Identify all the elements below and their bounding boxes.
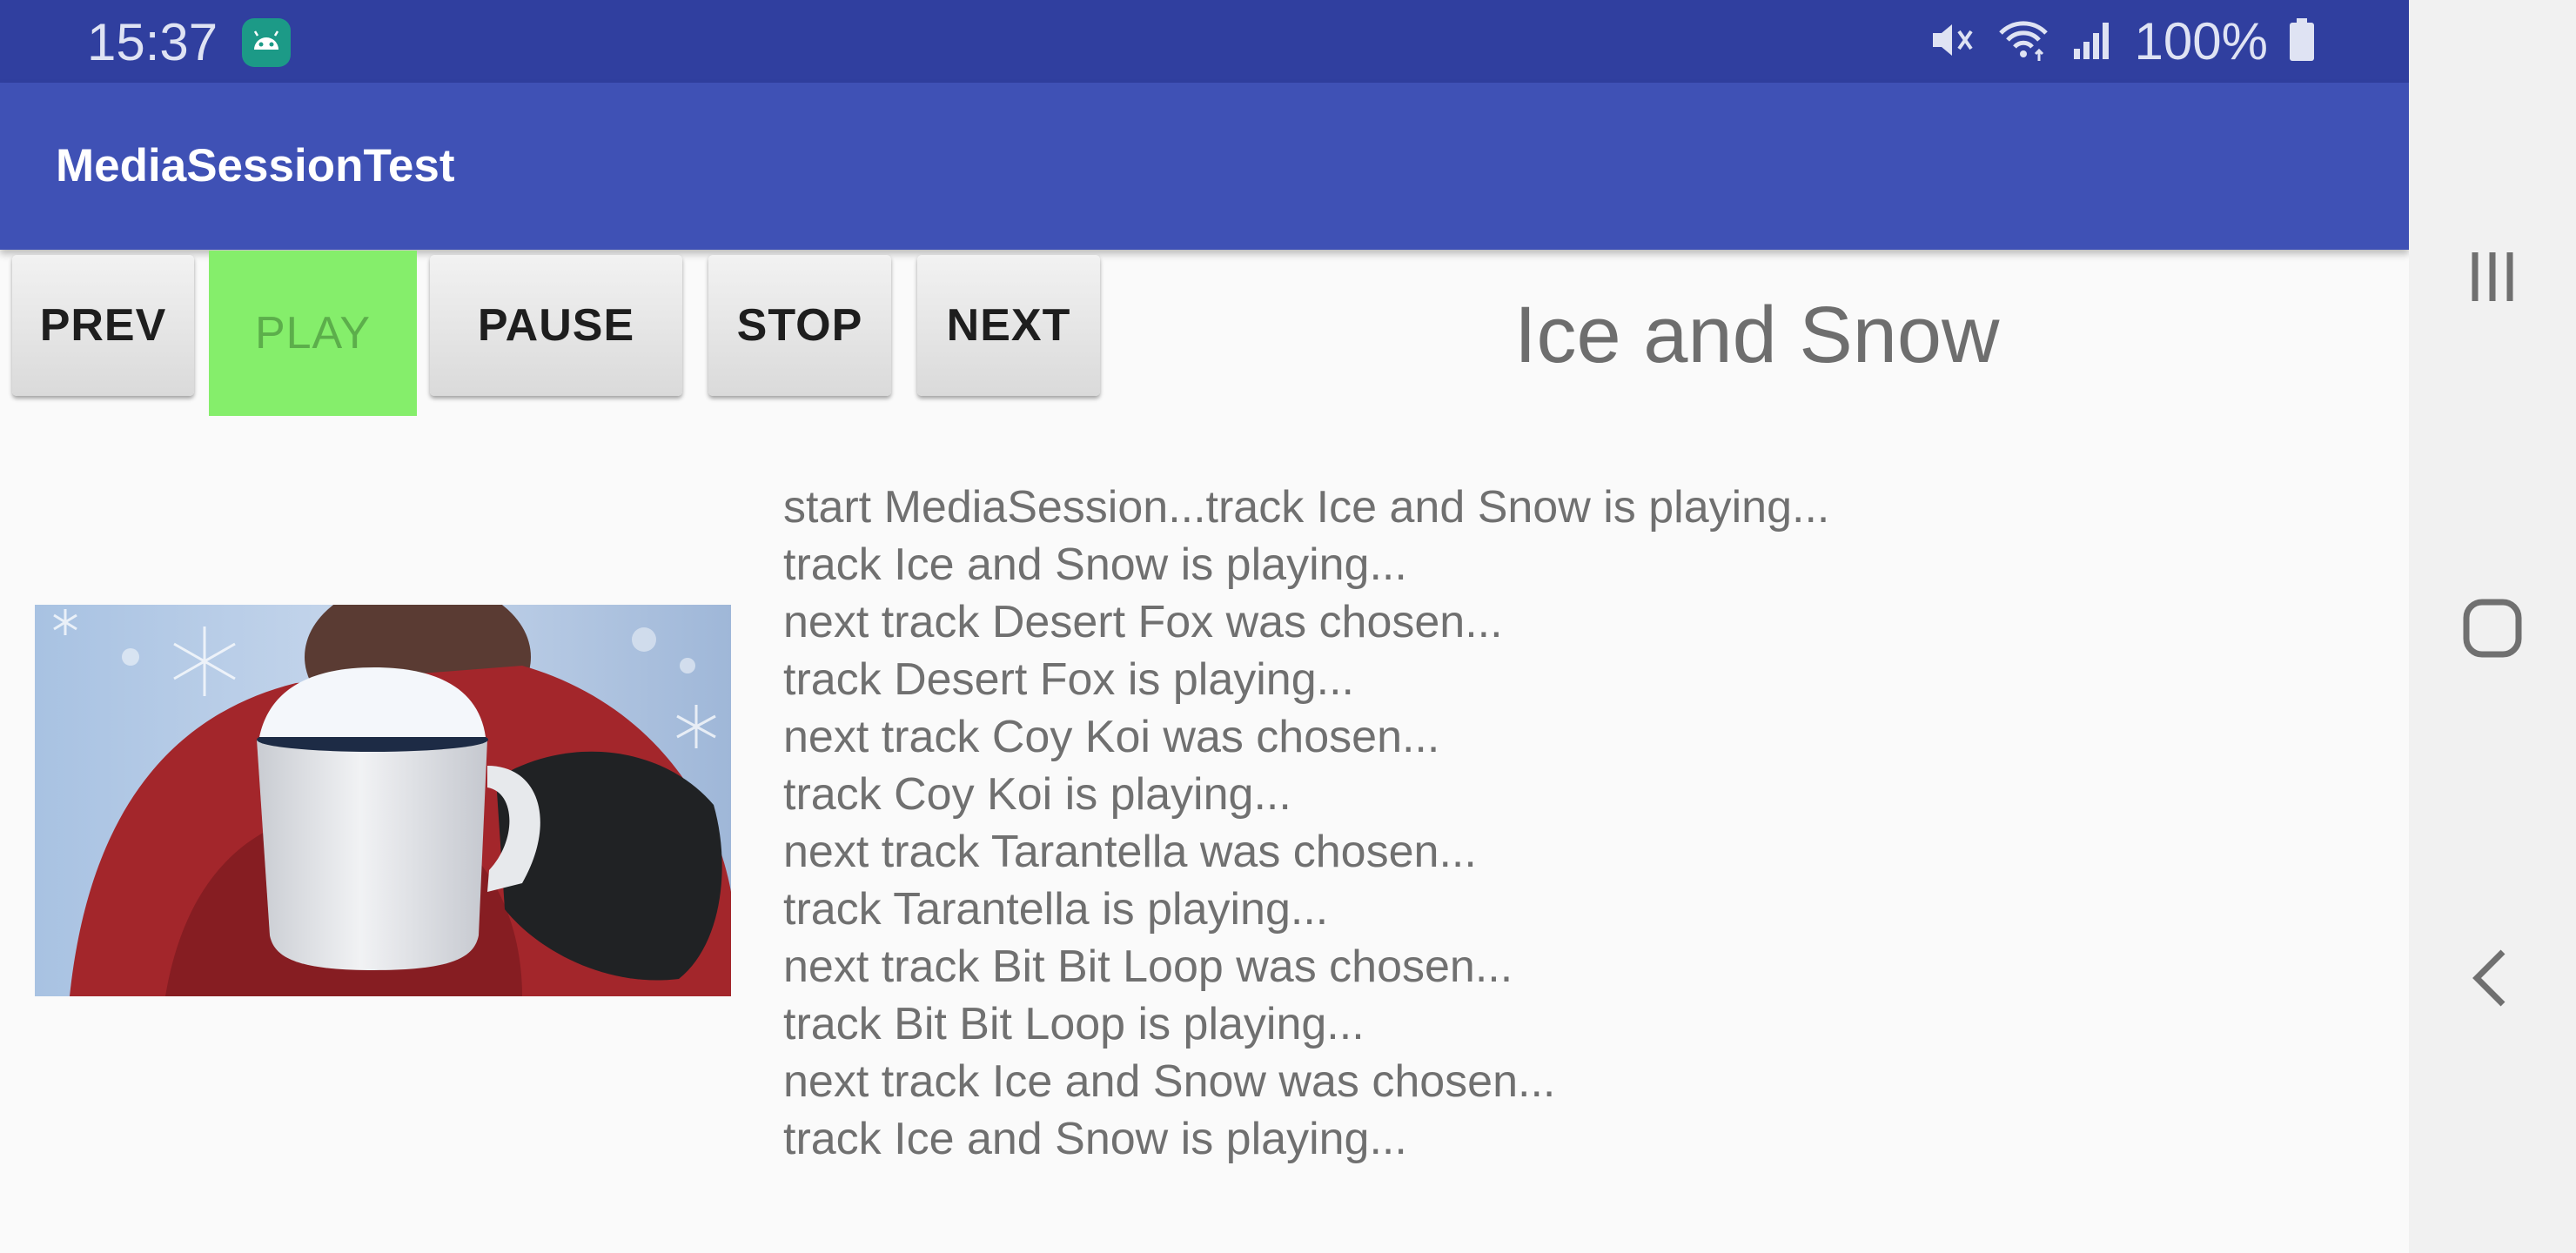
log-line: track Ice and Snow is playing... xyxy=(783,539,1407,590)
log-line: track Desert Fox is playing... xyxy=(783,654,1354,705)
log-line: next track Bit Bit Loop was chosen... xyxy=(783,941,1513,992)
battery-level: 100% xyxy=(2134,12,2268,70)
status-time: 15:37 xyxy=(87,13,218,71)
back-icon[interactable] xyxy=(2458,943,2527,1013)
log-line: track Ice and Snow is playing... xyxy=(783,1114,1407,1164)
navigation-bar xyxy=(2409,0,2576,1253)
next-button[interactable]: NEXT xyxy=(917,255,1100,396)
prev-button[interactable]: PREV xyxy=(12,255,194,396)
status-icons: 100% xyxy=(1928,9,2317,75)
app-title: MediaSessionTest xyxy=(56,140,455,191)
log-line: track Bit Bit Loop is playing... xyxy=(783,999,1365,1049)
signal-icon xyxy=(2070,16,2116,69)
now-playing-title: Ice and Snow xyxy=(1514,291,2000,379)
album-artwork xyxy=(35,605,731,996)
stop-button[interactable]: STOP xyxy=(708,255,891,396)
app-bar: MediaSessionTest xyxy=(0,83,2409,250)
log-line: next track Coy Koi was chosen... xyxy=(783,712,1440,762)
app-screen: 15:37 100% MediaSessionTest PREV PLAY PA… xyxy=(0,0,2409,1253)
log-line: track Tarantella is playing... xyxy=(783,884,1329,935)
play-button[interactable]: PLAY xyxy=(209,251,417,416)
android-notification-icon xyxy=(242,18,291,67)
log-line: next track Tarantella was chosen... xyxy=(783,827,1477,877)
recents-icon[interactable] xyxy=(2458,245,2527,308)
home-icon[interactable] xyxy=(2458,593,2527,663)
log-line: track Coy Koi is playing... xyxy=(783,769,1291,820)
event-log: start MediaSession...track Ice and Snow … xyxy=(783,479,1829,1168)
battery-icon xyxy=(2287,16,2317,69)
status-bar: 15:37 100% xyxy=(0,0,2409,83)
pause-button[interactable]: PAUSE xyxy=(430,255,682,396)
log-line: next track Ice and Snow was chosen... xyxy=(783,1056,1556,1107)
log-line: next track Desert Fox was chosen... xyxy=(783,597,1503,647)
mute-icon xyxy=(1928,16,1976,69)
wifi-icon xyxy=(1996,16,2051,69)
log-line: start MediaSession...track Ice and Snow … xyxy=(783,482,1830,533)
